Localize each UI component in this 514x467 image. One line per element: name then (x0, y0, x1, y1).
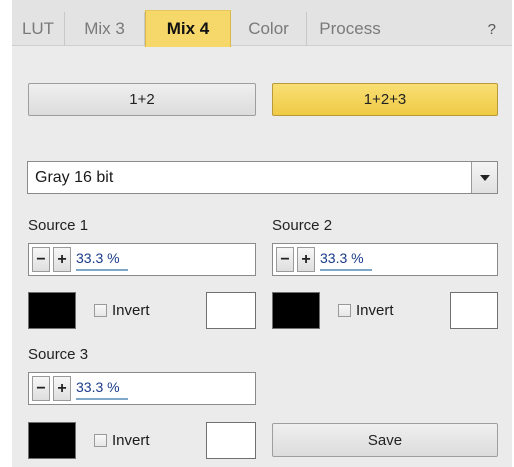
source3-second-color-swatch[interactable] (206, 422, 256, 459)
source1-invert-label: Invert (112, 302, 150, 319)
source3-stepper[interactable]: − + 33.3 % (28, 372, 256, 405)
source3-invert-checkbox[interactable] (94, 434, 107, 447)
tab-process[interactable]: Process (307, 12, 393, 46)
save-button[interactable]: Save (272, 423, 498, 457)
source1-increment-button[interactable]: + (53, 247, 71, 272)
source3-decrement-button[interactable]: − (32, 376, 50, 401)
source1-decrement-button[interactable]: − (32, 247, 50, 272)
source2-invert-label: Invert (356, 302, 394, 319)
source2-stepper[interactable]: − + 33.3 % (272, 243, 498, 276)
chevron-down-icon[interactable] (471, 162, 497, 193)
tab-mix3[interactable]: Mix 3 (65, 12, 145, 46)
source1-second-color-swatch[interactable] (206, 292, 256, 329)
source1-invert[interactable]: Invert (94, 302, 150, 319)
source1-value-text: 33.3 % (76, 250, 120, 266)
source2-invert[interactable]: Invert (338, 302, 394, 319)
source3-increment-button[interactable]: + (53, 376, 71, 401)
mode-1plus2plus3-button[interactable]: 1+2+3 (272, 83, 498, 116)
source2-second-color-swatch[interactable] (450, 292, 498, 329)
source3-label: Source 3 (28, 346, 89, 363)
source2-decrement-button[interactable]: − (276, 247, 294, 272)
source1-color-swatch[interactable] (28, 292, 76, 329)
source3-value-underline (76, 398, 128, 400)
help-icon[interactable]: ? (470, 12, 500, 46)
source3-color-swatch[interactable] (28, 422, 76, 459)
tab-mix4[interactable]: Mix 4 (145, 10, 231, 47)
source1-value-underline (76, 269, 128, 271)
format-select-value: Gray 16 bit (35, 168, 114, 186)
source1-invert-checkbox[interactable] (94, 304, 107, 317)
source2-value[interactable]: 33.3 % (320, 250, 372, 271)
format-select[interactable]: Gray 16 bit (27, 161, 498, 194)
source2-label: Source 2 (272, 217, 333, 234)
source1-stepper[interactable]: − + 33.3 % (28, 243, 256, 276)
source2-value-text: 33.3 % (320, 250, 364, 266)
mode-1plus2-button[interactable]: 1+2 (28, 83, 256, 116)
source1-label: Source 1 (28, 217, 89, 234)
tab-lut[interactable]: LUT (12, 12, 65, 46)
source3-value-text: 33.3 % (76, 379, 120, 395)
source2-invert-checkbox[interactable] (338, 304, 351, 317)
source2-color-swatch[interactable] (272, 292, 320, 329)
source3-invert-label: Invert (112, 432, 150, 449)
source1-value[interactable]: 33.3 % (76, 250, 128, 271)
source2-increment-button[interactable]: + (297, 247, 315, 272)
source2-value-underline (320, 269, 372, 271)
tab-color[interactable]: Color (231, 12, 307, 46)
source3-invert[interactable]: Invert (94, 432, 150, 449)
source3-value[interactable]: 33.3 % (76, 379, 128, 400)
